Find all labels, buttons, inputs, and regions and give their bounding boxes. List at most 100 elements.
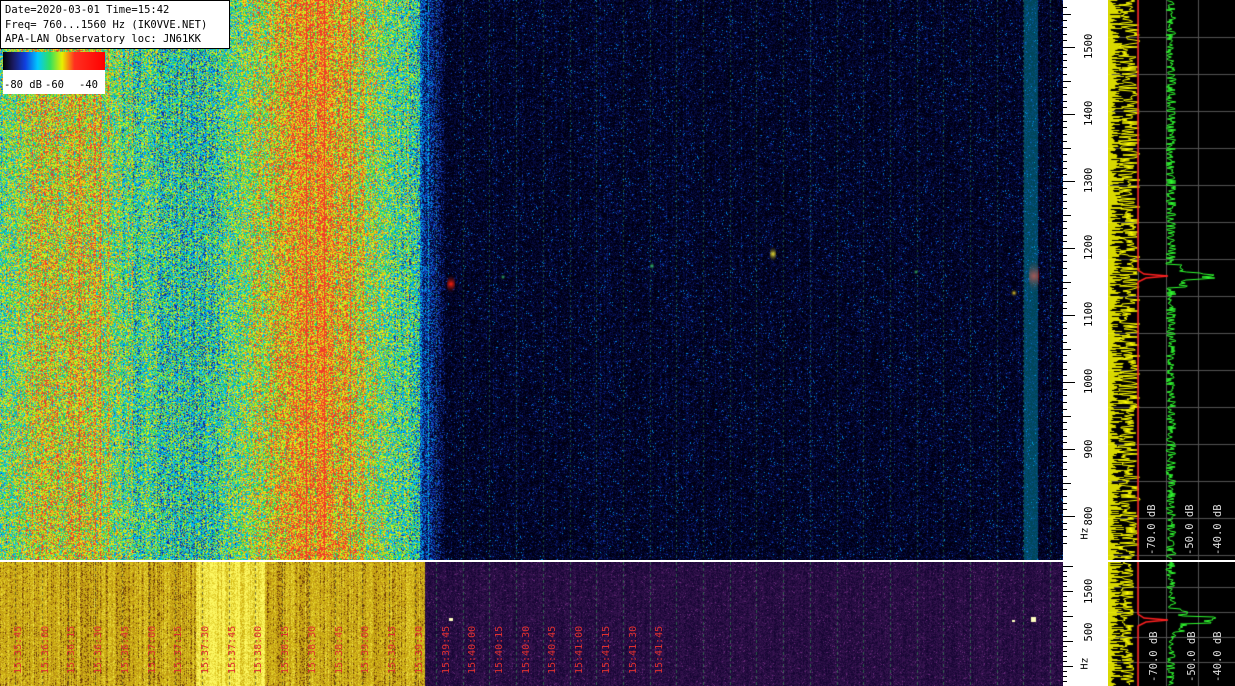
frequency-tick	[1063, 47, 1075, 48]
frequency-tick	[1063, 328, 1067, 329]
frequency-tick	[1063, 476, 1067, 477]
frequency-tick	[1063, 302, 1067, 303]
frequency-tick	[1063, 469, 1067, 470]
frequency-tick	[1063, 208, 1067, 209]
time-label: 15:40:45	[547, 625, 559, 674]
frequency-tick	[1063, 442, 1067, 443]
frequency-tick	[1063, 27, 1067, 28]
frequency-label: 1500	[1083, 33, 1095, 59]
frequency-axis: 1500 1400 1300 1200 1100 1000 900 800 Hz	[1063, 0, 1108, 560]
frequency-tick	[1063, 656, 1067, 657]
frequency-tick	[1063, 295, 1067, 296]
frequency-tick	[1063, 342, 1067, 343]
frequency-tick	[1063, 355, 1067, 356]
frequency-tick	[1063, 456, 1067, 457]
frequency-tick	[1063, 523, 1067, 524]
frequency-tick	[1063, 241, 1067, 242]
date-time-text: Date=2020-03-01 Time=15:42	[5, 4, 170, 16]
info-panel: Date=2020-03-01 Time=15:42 Freq= 760...1…	[0, 0, 230, 49]
frequency-tick	[1063, 315, 1075, 316]
frequency-tick	[1063, 382, 1075, 383]
db-label-mid: -50.0 dB	[1184, 504, 1196, 555]
frequency-label: 500	[1083, 622, 1095, 642]
frequency-tick	[1063, 235, 1067, 236]
frequency-tick	[1063, 496, 1067, 497]
frequency-label: 1300	[1083, 167, 1095, 193]
frequency-tick	[1063, 74, 1067, 75]
frequency-tick	[1063, 462, 1067, 463]
frequency-tick	[1063, 646, 1067, 647]
frequency-tick	[1063, 529, 1067, 530]
waterfall-canvas	[0, 0, 1063, 560]
colorbar-label-min: -80 dB	[4, 79, 42, 91]
time-label: 15:38:15	[280, 625, 292, 674]
frequency-tick	[1063, 543, 1067, 544]
time-label: 15:41:30	[627, 625, 639, 674]
frequency-label: 800	[1083, 506, 1095, 526]
frequency-tick	[1063, 127, 1067, 128]
observatory-text: APA-LAN Observatory loc: JN61KK	[5, 33, 201, 45]
frequency-tick	[1063, 651, 1067, 652]
frequency-tick	[1063, 483, 1071, 484]
time-label: 15:38:45	[333, 625, 345, 674]
frequency-tick	[1063, 395, 1067, 396]
history-spectrum-panel: -70.0 dB -50.0 dB -40.0 dB	[1108, 562, 1235, 686]
history-db-label-mid: -50.0 dB	[1186, 631, 1198, 682]
frequency-tick	[1063, 14, 1071, 15]
frequency-tick	[1063, 349, 1071, 350]
time-label: 15:36:00	[39, 625, 51, 674]
history-waterfall: 15:35:45 15:36:00 15:36:15 15:36:30 15:36:45…	[0, 562, 1063, 686]
frequency-tick	[1063, 261, 1067, 262]
frequency-tick	[1063, 409, 1067, 410]
frequency-tick	[1063, 288, 1067, 289]
frequency-tick	[1063, 666, 1073, 667]
colorbar-label-mid: -60	[45, 79, 64, 91]
frequency-tick	[1063, 375, 1067, 376]
frequency-tick	[1063, 215, 1071, 216]
time-label: 15:37:15	[173, 625, 185, 674]
frequency-tick	[1063, 509, 1067, 510]
time-label: 15:40:00	[467, 625, 479, 674]
frequency-tick	[1063, 591, 1073, 592]
time-label: 15:35:45	[13, 625, 24, 674]
time-label: 15:41:45	[654, 625, 666, 674]
frequency-tick	[1063, 641, 1073, 642]
time-label: 15:36:45	[119, 625, 131, 674]
frequency-tick	[1063, 322, 1067, 323]
frequency-tick	[1063, 516, 1075, 517]
frequency-tick	[1063, 416, 1071, 417]
time-label: 15:38:30	[306, 625, 318, 674]
frequency-tick	[1063, 20, 1067, 21]
frequency-tick	[1063, 436, 1067, 437]
frequency-tick	[1063, 101, 1067, 102]
time-label: 15:36:15	[66, 625, 78, 674]
spectrum-panel: -70.0 dB -50.0 dB -40.0 dB	[1108, 0, 1235, 560]
frequency-tick	[1063, 369, 1067, 370]
frequency-tick	[1063, 489, 1067, 490]
frequency-range-text: Freq= 760...1560 Hz (IK0VVE.NET)	[5, 18, 208, 31]
panel-divider	[0, 560, 1235, 562]
time-label: 15:40:30	[520, 625, 532, 674]
frequency-tick	[1063, 536, 1067, 537]
frequency-tick	[1063, 581, 1067, 582]
frequency-tick	[1063, 7, 1067, 8]
frequency-tick	[1063, 621, 1067, 622]
frequency-tick	[1063, 181, 1075, 182]
spectrum-canvas	[1108, 0, 1235, 560]
frequency-tick	[1063, 308, 1067, 309]
frequency-tick	[1063, 681, 1067, 682]
frequency-tick	[1063, 54, 1067, 55]
frequency-tick	[1063, 94, 1067, 95]
frequency-unit: Hz	[1079, 527, 1091, 540]
frequency-tick	[1063, 671, 1067, 672]
time-label: 15:36:30	[93, 625, 105, 674]
frequency-label: 900	[1083, 439, 1095, 459]
frequency-tick	[1063, 636, 1067, 637]
frequency-label: 1000	[1083, 368, 1095, 394]
time-label: 15:37:45	[226, 625, 238, 674]
frequency-tick	[1063, 422, 1067, 423]
frequency-label: 1500	[1083, 578, 1095, 604]
frequency-tick	[1063, 81, 1071, 82]
frequency-tick	[1063, 221, 1067, 222]
frequency-tick	[1063, 566, 1073, 567]
